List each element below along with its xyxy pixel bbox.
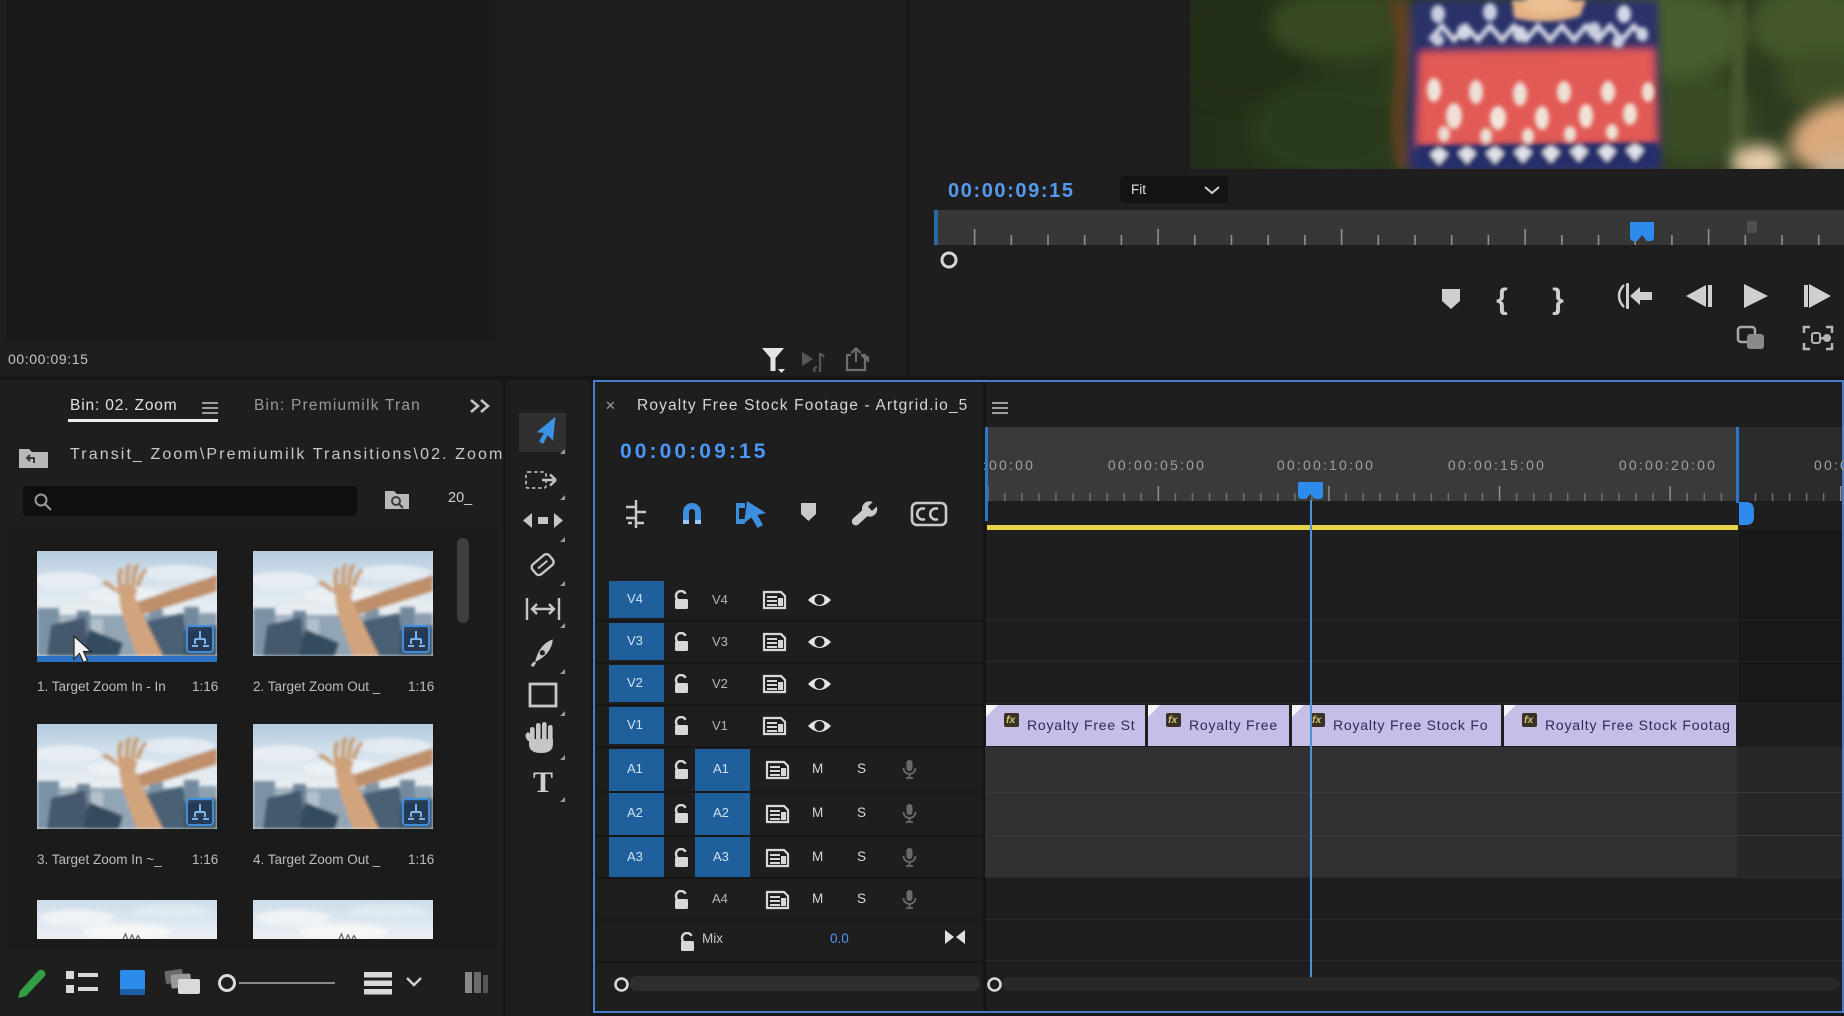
svg-text:{: { (1496, 283, 1508, 316)
svg-text:T: T (533, 766, 553, 799)
svg-text:}: } (1552, 283, 1564, 316)
